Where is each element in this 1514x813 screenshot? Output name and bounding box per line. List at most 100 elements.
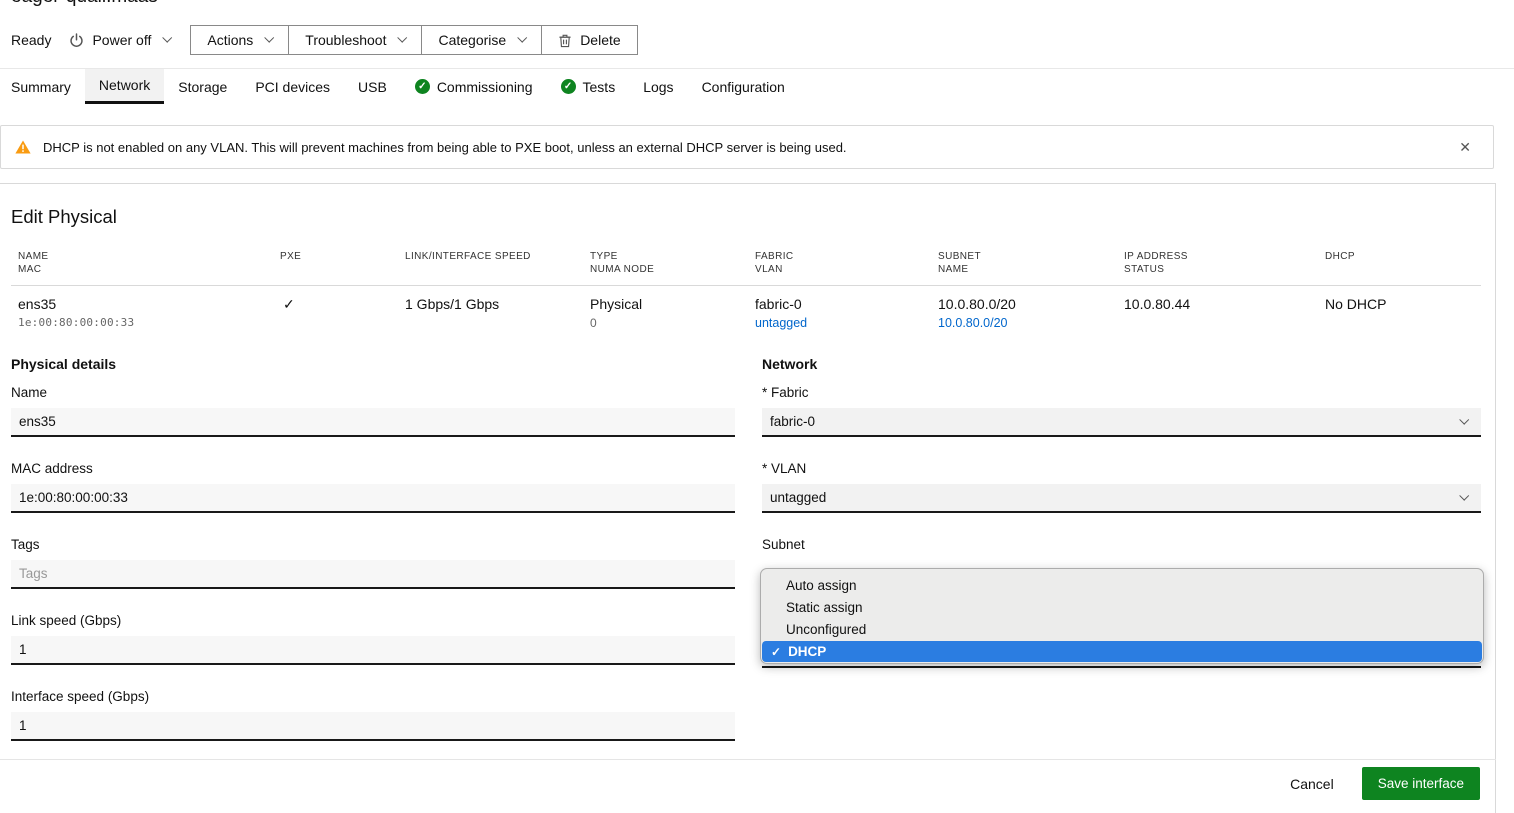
col-dhcp: DHCP xyxy=(1325,251,1481,276)
edit-physical-card: Edit Physical NAMEMAC PXE LINK/INTERFACE… xyxy=(0,183,1496,813)
vlan-link[interactable]: untagged xyxy=(755,316,807,330)
link-speed-field-group: Link speed (Gbps) xyxy=(11,613,735,665)
tab-usb[interactable]: USB xyxy=(344,69,401,104)
power-icon xyxy=(69,33,84,48)
tab-pci-devices[interactable]: PCI devices xyxy=(241,69,344,104)
mac-input[interactable] xyxy=(11,484,735,513)
tab-label: Logs xyxy=(643,79,673,95)
tab-label: Storage xyxy=(178,79,227,95)
close-icon[interactable]: ✕ xyxy=(1451,135,1479,160)
pxe-check-icon: ✓ xyxy=(280,296,405,313)
name-input[interactable] xyxy=(11,408,735,437)
chevron-down-icon xyxy=(163,33,173,43)
power-menu-button[interactable]: Power off xyxy=(69,32,170,48)
machine-tabs: Summary Network Storage PCI devices USB … xyxy=(0,68,1514,104)
troubleshoot-label: Troubleshoot xyxy=(305,32,386,48)
dropdown-option-auto-assign[interactable]: Auto assign xyxy=(761,575,1483,597)
tags-label: Tags xyxy=(11,537,735,552)
chevron-down-icon xyxy=(1459,414,1469,424)
warning-icon xyxy=(15,140,31,154)
interface-speed-input[interactable] xyxy=(11,712,735,741)
actions-label: Actions xyxy=(207,32,253,48)
tags-field-group: Tags xyxy=(11,537,735,589)
page-title: eager-quail.maas xyxy=(11,0,158,8)
power-label: Power off xyxy=(92,32,151,48)
col-ip-status: IP ADDRESSSTATUS xyxy=(1124,251,1325,276)
categorise-label: Categorise xyxy=(438,32,506,48)
col-subnet-name: SUBNETNAME xyxy=(938,251,1124,276)
cancel-button[interactable]: Cancel xyxy=(1290,776,1334,792)
dropdown-option-dhcp-label: DHCP xyxy=(788,641,826,663)
dropdown-option-unconfigured[interactable]: Unconfigured xyxy=(761,619,1483,641)
cell-subnet-name: 10.0.80.0/20 10.0.80.0/20 xyxy=(938,296,1124,330)
interface-table: NAMEMAC PXE LINK/INTERFACE SPEED TYPENUM… xyxy=(11,251,1481,330)
physical-details-form: Physical details Name MAC address Tags L… xyxy=(11,356,735,765)
actions-button[interactable]: Actions xyxy=(191,26,289,54)
col-fabric-vlan: FABRICVLAN xyxy=(755,251,938,276)
col-name-mac: NAMEMAC xyxy=(11,251,280,276)
fabric-select[interactable]: fabric-0 xyxy=(762,408,1481,437)
cell-pxe: ✓ xyxy=(280,296,405,330)
network-form: Network * Fabric fabric-0 * VLAN untagge… xyxy=(762,356,1481,765)
tab-logs[interactable]: Logs xyxy=(629,69,687,104)
vlan-label: * VLAN xyxy=(762,461,1481,476)
interface-speed-field-group: Interface speed (Gbps) xyxy=(11,689,735,741)
network-form-title: Network xyxy=(762,356,1481,372)
table-row: ens35 1e:00:80:00:00:33 ✓ 1 Gbps/1 Gbps … xyxy=(11,286,1481,330)
machine-details-page: eager-quail.maas Ready Power off Actions… xyxy=(0,0,1514,813)
machine-status-row: Ready Power off Actions Troubleshoot Cat… xyxy=(11,25,638,55)
cell-fabric-vlan: fabric-0 untagged xyxy=(755,296,938,330)
footer-divider xyxy=(0,759,1496,760)
tags-input[interactable] xyxy=(11,560,735,589)
col-link-speed: LINK/INTERFACE SPEED xyxy=(405,251,590,276)
dropdown-option-static-assign[interactable]: Static assign xyxy=(761,597,1483,619)
cell-dhcp: No DHCP xyxy=(1325,296,1481,330)
subnet-select-underline xyxy=(762,666,1481,668)
subnet-label: Subnet xyxy=(762,537,1481,552)
form-footer: Cancel Save interface xyxy=(1290,767,1480,800)
mac-label: MAC address xyxy=(11,461,735,476)
subnet-link[interactable]: 10.0.80.0/20 xyxy=(938,316,1008,330)
fabric-field-group: * Fabric fabric-0 xyxy=(762,385,1481,437)
subnet-field-group: Subnet xyxy=(762,537,1481,552)
vlan-selected-value: untagged xyxy=(770,490,826,505)
tab-network[interactable]: Network xyxy=(85,69,164,104)
machine-actions-group: Actions Troubleshoot Categorise Delete xyxy=(190,25,637,55)
subnet-dropdown-menu: Auto assign Static assign Unconfigured ✓… xyxy=(760,568,1484,664)
tab-tests[interactable]: ✓ Tests xyxy=(547,69,630,104)
tab-commissioning[interactable]: ✓ Commissioning xyxy=(401,69,547,104)
banner-message: DHCP is not enabled on any VLAN. This wi… xyxy=(43,140,847,155)
name-label: Name xyxy=(11,385,735,400)
categorise-button[interactable]: Categorise xyxy=(422,26,542,54)
cell-type-numa: Physical 0 xyxy=(590,296,755,330)
tab-label: Configuration xyxy=(702,79,785,95)
cell-ip-status: 10.0.80.44 xyxy=(1124,296,1325,330)
tab-label: Network xyxy=(99,77,150,93)
dropdown-option-dhcp[interactable]: ✓ DHCP xyxy=(762,641,1482,662)
status-badge: Ready xyxy=(11,32,51,48)
delete-label: Delete xyxy=(580,32,620,48)
col-type-numa: TYPENUMA NODE xyxy=(590,251,755,276)
tab-storage[interactable]: Storage xyxy=(164,69,241,104)
section-title: Edit Physical xyxy=(11,206,117,228)
vlan-select[interactable]: untagged xyxy=(762,484,1481,513)
mac-field-group: MAC address xyxy=(11,461,735,513)
cell-link-speed: 1 Gbps/1 Gbps xyxy=(405,296,590,330)
chevron-down-icon xyxy=(517,33,527,43)
delete-button[interactable]: Delete xyxy=(542,26,636,54)
tab-configuration[interactable]: Configuration xyxy=(688,69,799,104)
link-speed-input[interactable] xyxy=(11,636,735,665)
interface-speed-label: Interface speed (Gbps) xyxy=(11,689,735,704)
fabric-selected-value: fabric-0 xyxy=(770,414,815,429)
dhcp-warning-banner: DHCP is not enabled on any VLAN. This wi… xyxy=(0,125,1494,169)
interface-table-header: NAMEMAC PXE LINK/INTERFACE SPEED TYPENUM… xyxy=(11,251,1481,286)
save-interface-button[interactable]: Save interface xyxy=(1362,767,1480,800)
chevron-down-icon xyxy=(398,33,408,43)
check-icon: ✓ xyxy=(771,641,781,663)
col-pxe: PXE xyxy=(280,251,405,276)
tab-summary[interactable]: Summary xyxy=(0,69,85,104)
vlan-field-group: * VLAN untagged xyxy=(762,461,1481,513)
link-speed-label: Link speed (Gbps) xyxy=(11,613,735,628)
troubleshoot-button[interactable]: Troubleshoot xyxy=(289,26,422,54)
cell-name-mac: ens35 1e:00:80:00:00:33 xyxy=(11,296,280,330)
